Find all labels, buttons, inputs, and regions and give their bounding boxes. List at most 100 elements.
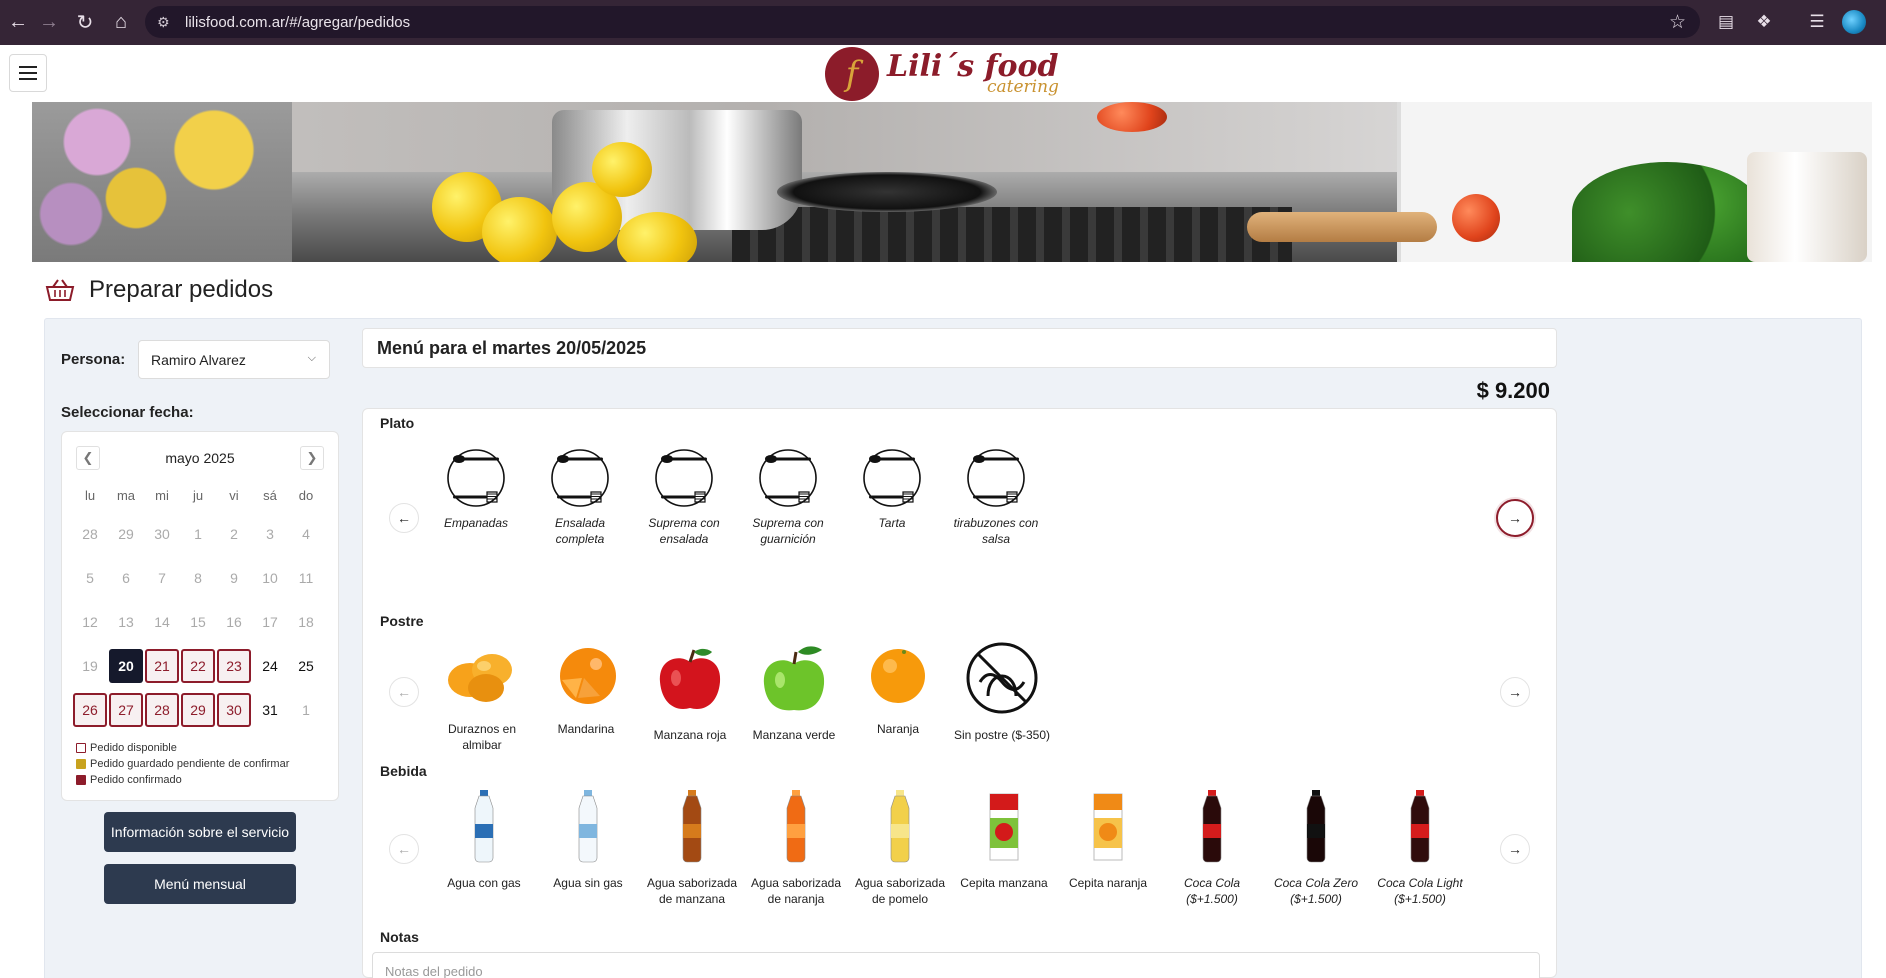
cast-icon[interactable]: ▤ bbox=[1712, 8, 1740, 36]
calendar-day[interactable]: 29 bbox=[180, 688, 216, 732]
plato-option[interactable]: Ensalada completa bbox=[530, 447, 630, 547]
extensions-icon[interactable]: ❖ bbox=[1750, 8, 1778, 36]
bebida-option[interactable]: Cepita manzana bbox=[954, 788, 1054, 891]
calendar-day-number: 15 bbox=[190, 614, 206, 630]
option-label[interactable]: Cepita naranja bbox=[1069, 875, 1147, 891]
postre-option[interactable]: Mandarina bbox=[536, 640, 636, 737]
weekday-label: mi bbox=[155, 488, 169, 503]
calendar-day-number[interactable]: 28 bbox=[145, 693, 179, 727]
calendar-day[interactable]: 27 bbox=[108, 688, 144, 732]
bookmark-star-icon[interactable]: ☆ bbox=[1669, 11, 1686, 34]
calendar-day[interactable]: 30 bbox=[216, 688, 252, 732]
page-title-text: Preparar pedidos bbox=[89, 276, 274, 303]
option-label[interactable]: Suprema con ensalada bbox=[634, 515, 734, 547]
reload-icon[interactable]: ↻ bbox=[67, 4, 103, 40]
calendar-day: 17 bbox=[252, 600, 288, 644]
option-label[interactable]: Cepita manzana bbox=[960, 875, 1047, 891]
plato-option[interactable]: Suprema con guarnición bbox=[738, 447, 838, 547]
site-info-icon[interactable]: ⚙ bbox=[157, 14, 179, 31]
calendar-day[interactable]: 28 bbox=[144, 688, 180, 732]
option-label[interactable]: Sin postre ($-350) bbox=[954, 727, 1050, 743]
calendar-day[interactable]: 25 bbox=[288, 644, 324, 688]
option-label[interactable]: Suprema con guarnición bbox=[738, 515, 838, 547]
option-label[interactable]: Ensalada completa bbox=[530, 515, 630, 547]
calendar-day-number[interactable]: 20 bbox=[109, 649, 143, 683]
bebida-prev-button[interactable]: ← bbox=[389, 834, 419, 864]
postre-option[interactable]: Naranja bbox=[848, 640, 948, 737]
postre-option[interactable]: Manzana verde bbox=[744, 640, 844, 743]
option-label[interactable]: Coca Cola Zero ($+1.500) bbox=[1266, 875, 1366, 907]
bebida-option[interactable]: Agua saborizada de pomelo bbox=[850, 788, 950, 907]
postre-option[interactable]: Manzana roja bbox=[640, 640, 740, 743]
calendar-next-button[interactable]: ❯ bbox=[300, 446, 324, 470]
option-label[interactable]: Agua sin gas bbox=[553, 875, 622, 891]
media-icon[interactable]: ☰ bbox=[1803, 8, 1831, 36]
calendar-day[interactable]: 22 bbox=[180, 644, 216, 688]
option-label[interactable]: Naranja bbox=[877, 721, 919, 737]
calendar-day-number[interactable]: 21 bbox=[145, 649, 179, 683]
plato-option[interactable]: Tarta bbox=[842, 447, 942, 531]
option-label[interactable]: Coca Cola Light ($+1.500) bbox=[1370, 875, 1470, 907]
monthly-menu-button[interactable]: Menú mensual bbox=[104, 864, 296, 904]
calendar-day[interactable]: 26 bbox=[72, 688, 108, 732]
bebida-option[interactable]: Coca Cola Zero ($+1.500) bbox=[1266, 788, 1366, 907]
forward-icon[interactable]: → bbox=[31, 4, 67, 40]
plato-prev-button[interactable]: ← bbox=[389, 503, 419, 533]
bebida-next-button[interactable]: → bbox=[1500, 834, 1530, 864]
option-label[interactable]: Agua con gas bbox=[447, 875, 520, 891]
calendar-day-number[interactable]: 22 bbox=[181, 649, 215, 683]
option-label[interactable]: Manzana verde bbox=[753, 727, 836, 743]
option-label[interactable]: Agua saborizada de pomelo bbox=[850, 875, 950, 907]
calendar-day[interactable]: 23 bbox=[216, 644, 252, 688]
calendar-day-number[interactable]: 27 bbox=[109, 693, 143, 727]
postre-next-button[interactable]: → bbox=[1500, 677, 1530, 707]
calendar-day[interactable]: 31 bbox=[252, 688, 288, 732]
option-label[interactable]: Duraznos en almibar bbox=[432, 721, 532, 753]
calendar-day[interactable]: 21 bbox=[144, 644, 180, 688]
calendar-day-number[interactable]: 24 bbox=[253, 649, 287, 683]
calendar-day-number[interactable]: 29 bbox=[181, 693, 215, 727]
address-bar[interactable]: ⚙ lilisfood.com.ar/#/agregar/pedidos ☆ bbox=[145, 6, 1700, 38]
url-text[interactable]: lilisfood.com.ar/#/agregar/pedidos bbox=[185, 14, 410, 31]
plato-option[interactable]: tirabuzones con salsa bbox=[946, 447, 1046, 547]
option-label[interactable]: Agua saborizada de manzana bbox=[642, 875, 742, 907]
option-label[interactable]: Empanadas bbox=[444, 515, 508, 531]
calendar-day[interactable]: 20 bbox=[108, 644, 144, 688]
plato-next-button[interactable]: → bbox=[1496, 499, 1534, 537]
bebida-option[interactable]: Coca Cola Light ($+1.500) bbox=[1370, 788, 1470, 907]
bebida-option[interactable]: Agua saborizada de naranja bbox=[746, 788, 846, 907]
service-info-button[interactable]: Información sobre el servicio bbox=[104, 812, 296, 852]
calendar-prev-button[interactable]: ❮ bbox=[76, 446, 100, 470]
option-label[interactable]: tirabuzones con salsa bbox=[946, 515, 1046, 547]
option-label[interactable]: Tarta bbox=[879, 515, 906, 531]
option-label[interactable]: Manzana roja bbox=[654, 727, 727, 743]
persona-select-value[interactable]: Ramiro Alvarez bbox=[151, 352, 246, 368]
postre-prev-button[interactable]: ← bbox=[389, 677, 419, 707]
home-icon[interactable]: ⌂ bbox=[103, 4, 139, 40]
bebida-option[interactable]: Coca Cola ($+1.500) bbox=[1162, 788, 1262, 907]
calendar-day-number[interactable]: 26 bbox=[73, 693, 107, 727]
calendar-day-number[interactable]: 30 bbox=[217, 693, 251, 727]
hamburger-menu-button[interactable] bbox=[9, 54, 47, 92]
notes-textarea[interactable]: Notas del pedido bbox=[372, 952, 1540, 978]
option-label[interactable]: Agua saborizada de naranja bbox=[746, 875, 846, 907]
calendar-day-number[interactable]: 23 bbox=[217, 649, 251, 683]
basket-icon bbox=[45, 277, 75, 303]
calendar-day-number[interactable]: 31 bbox=[253, 693, 287, 727]
plato-option[interactable]: Suprema con ensalada bbox=[634, 447, 734, 547]
bebida-option[interactable]: Cepita naranja bbox=[1058, 788, 1158, 891]
brand-logo[interactable]: f Lili´s food catering bbox=[825, 46, 1085, 102]
profile-avatar-icon[interactable] bbox=[1842, 10, 1866, 34]
option-label[interactable]: Coca Cola ($+1.500) bbox=[1162, 875, 1262, 907]
plato-option[interactable]: Empanadas bbox=[426, 447, 526, 531]
bebida-option[interactable]: Agua sin gas bbox=[538, 788, 638, 891]
bebida-option[interactable]: Agua con gas bbox=[434, 788, 534, 891]
postre-option[interactable]: Sin postre ($-350) bbox=[952, 640, 1052, 743]
persona-select[interactable]: Ramiro Alvarez ⌵ bbox=[138, 340, 330, 379]
calendar-day-number: 5 bbox=[86, 570, 94, 586]
bebida-option[interactable]: Agua saborizada de manzana bbox=[642, 788, 742, 907]
calendar-day-number[interactable]: 25 bbox=[289, 649, 323, 683]
option-label[interactable]: Mandarina bbox=[558, 721, 615, 737]
postre-option[interactable]: Duraznos en almibar bbox=[432, 640, 532, 753]
calendar-day[interactable]: 24 bbox=[252, 644, 288, 688]
